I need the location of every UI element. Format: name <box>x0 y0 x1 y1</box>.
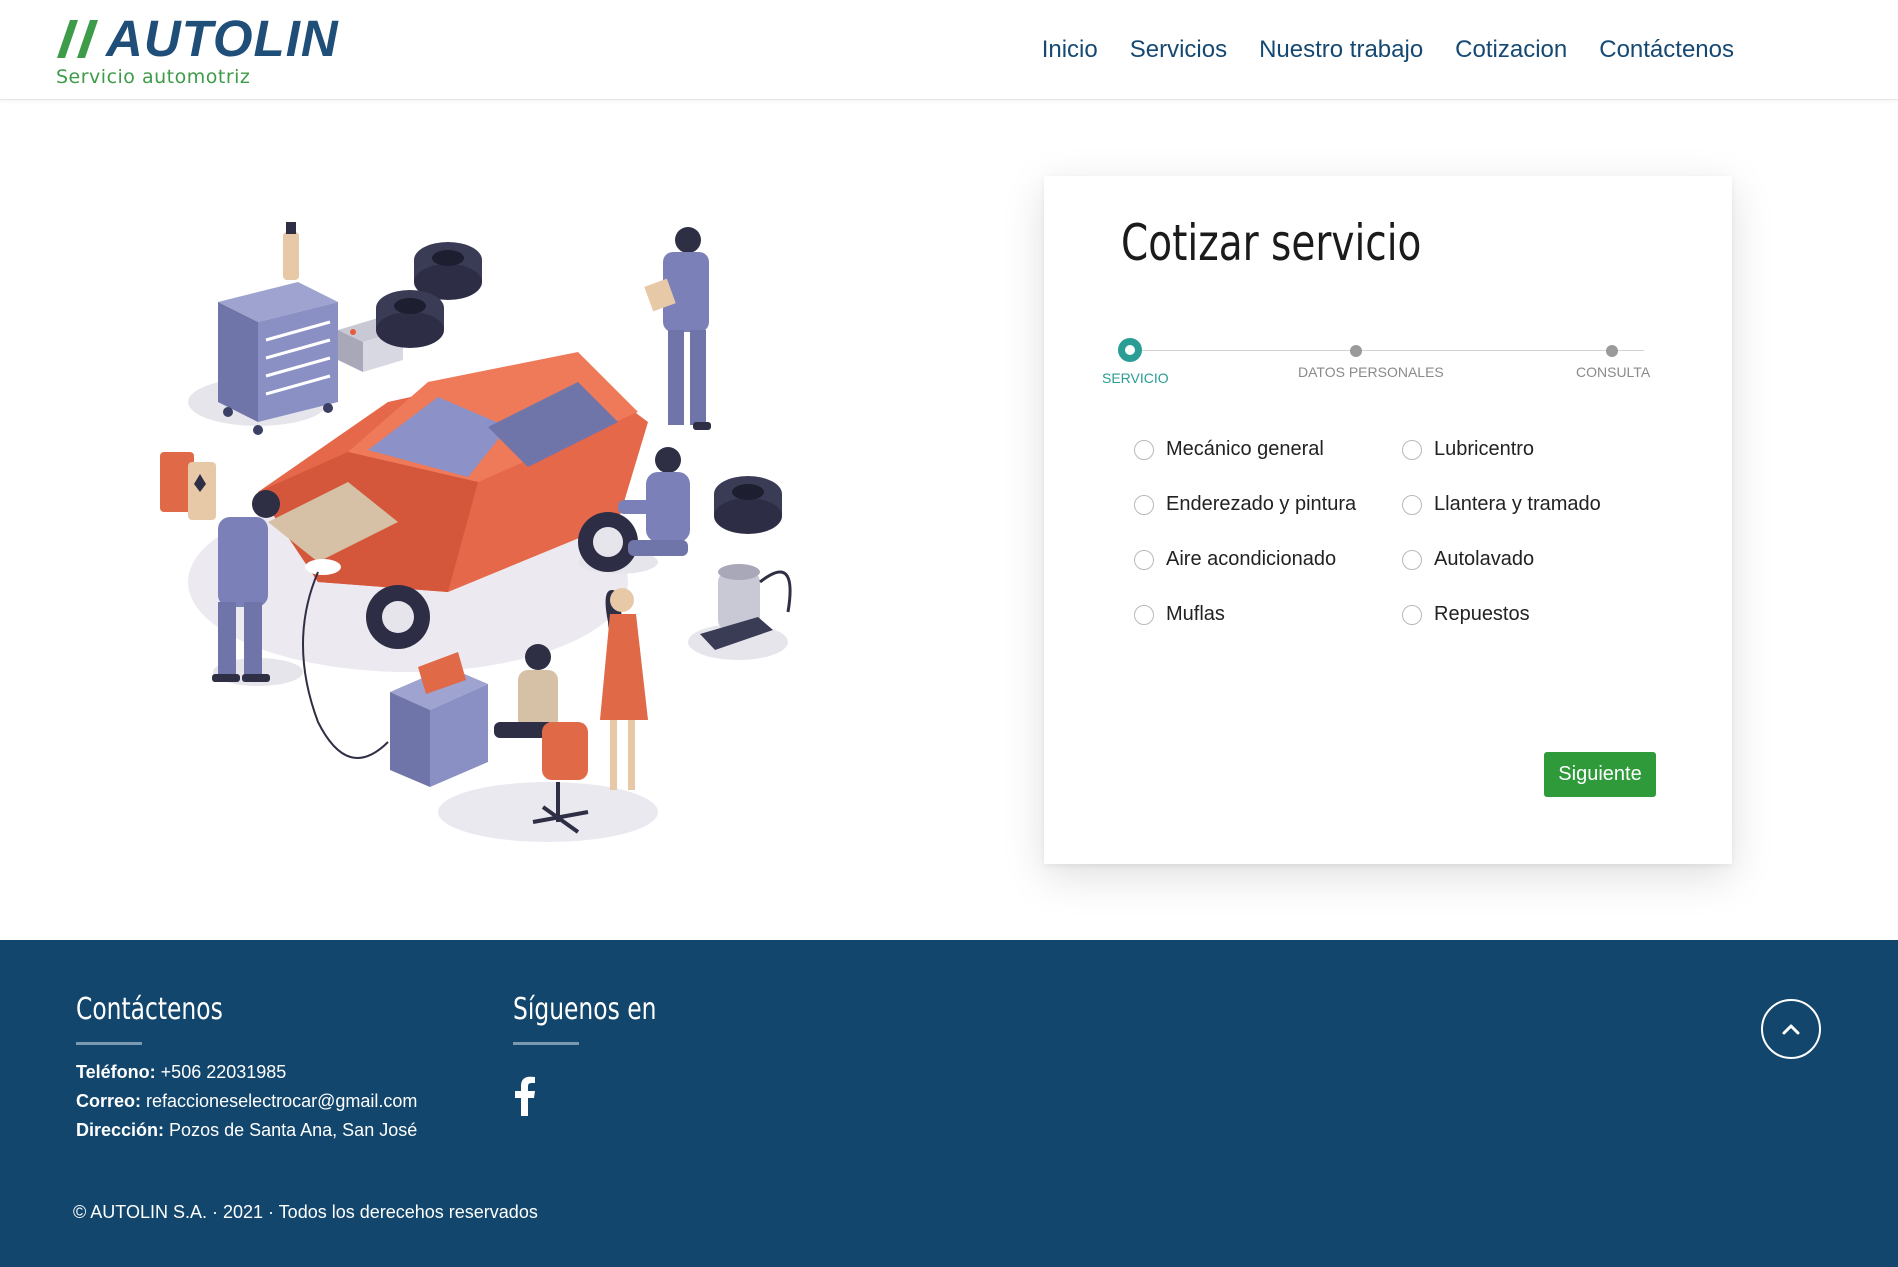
option-lubricentro[interactable]: Lubricentro <box>1402 438 1534 461</box>
radio-button[interactable] <box>1134 604 1154 625</box>
nav-inicio[interactable]: Inicio <box>1042 36 1098 64</box>
footer-address-row: Dirección: Pozos de Santa Ana, San José <box>76 1116 417 1145</box>
phone-value: +506 22031985 <box>160 1062 287 1082</box>
quote-stepper: SERVICIO DATOS PERSONALES CONSULTA <box>1102 336 1676 396</box>
radio-button[interactable] <box>1402 604 1422 625</box>
footer-contact-info: Teléfono: +506 22031985 Correo: refaccio… <box>76 1058 417 1145</box>
step-datos-personales-label: DATOS PERSONALES <box>1298 364 1444 380</box>
main-nav: Inicio Servicios Nuestro trabajo Cotizac… <box>1010 36 1734 64</box>
option-mecanico-general[interactable]: Mecánico general <box>1134 438 1324 461</box>
nav-contactenos[interactable]: Contáctenos <box>1599 36 1734 64</box>
step-servicio-indicator <box>1118 338 1142 362</box>
option-label: Llantera y tramado <box>1434 493 1601 515</box>
step-consulta-indicator <box>1606 345 1618 357</box>
site-footer: Contáctenos Síguenos en Teléfono: +506 2… <box>0 940 1898 1267</box>
option-label: Enderezado y pintura <box>1166 493 1357 515</box>
facebook-icon[interactable] <box>514 1076 536 1116</box>
step-consulta-label: CONSULTA <box>1576 364 1651 380</box>
footer-email-row: Correo: refaccioneselectrocar@gmail.com <box>76 1087 417 1116</box>
car-workshop-illustration <box>160 222 792 842</box>
brand-tagline: Servicio automotriz <box>56 66 251 88</box>
brand-name: AUTOLIN <box>106 10 339 67</box>
footer-social-heading: Síguenos en <box>513 992 657 1027</box>
address-value: Pozos de Santa Ana, San José <box>169 1120 418 1140</box>
tire-icon <box>714 476 782 534</box>
option-autolavado[interactable]: Autolavado <box>1402 548 1534 571</box>
tool-cabinet-icon <box>218 222 338 435</box>
footer-contact-underline <box>76 1042 142 1045</box>
brand-logo[interactable]: AUTOLIN Servicio automotriz <box>56 10 339 88</box>
phone-label: Teléfono: <box>76 1062 156 1082</box>
option-muflas[interactable]: Muflas <box>1134 603 1225 626</box>
next-button[interactable]: Siguiente <box>1544 752 1656 797</box>
option-label: Mecánico general <box>1166 438 1324 460</box>
logo-slashes-icon <box>57 20 98 58</box>
option-aire-acondicionado[interactable]: Aire acondicionado <box>1134 548 1336 571</box>
quote-title: Cotizar servicio <box>1121 214 1422 272</box>
site-header: AUTOLIN Servicio automotriz Inicio Servi… <box>0 0 1898 100</box>
radio-button[interactable] <box>1134 439 1154 460</box>
nav-servicios[interactable]: Servicios <box>1130 36 1227 64</box>
nav-cotizacion[interactable]: Cotizacion <box>1455 36 1567 64</box>
option-label: Repuestos <box>1434 603 1530 625</box>
nav-nuestro-trabajo[interactable]: Nuestro trabajo <box>1259 36 1423 64</box>
oil-can-icon <box>160 452 216 520</box>
step-servicio-label: SERVICIO <box>1102 370 1169 386</box>
option-enderezado-pintura[interactable]: Enderezado y pintura <box>1134 493 1356 516</box>
stepper-line <box>1132 350 1644 351</box>
footer-social-underline <box>513 1042 579 1045</box>
radio-button[interactable] <box>1402 494 1422 515</box>
step-datos-personales-indicator <box>1350 345 1362 357</box>
option-repuestos[interactable]: Repuestos <box>1402 603 1530 626</box>
tire-stack-icon <box>376 242 482 348</box>
email-label: Correo: <box>76 1091 142 1111</box>
copyright-text: © AUTOLIN S.A. · 2021 · Todos los derece… <box>73 1202 538 1222</box>
radio-button[interactable] <box>1134 549 1154 570</box>
option-label: Autolavado <box>1434 548 1535 570</box>
footer-phone-row: Teléfono: +506 22031985 <box>76 1058 417 1087</box>
address-label: Dirección: <box>76 1120 165 1140</box>
option-llantera-tramado[interactable]: Llantera y tramado <box>1402 493 1601 516</box>
chevron-up-icon <box>1782 1024 1800 1035</box>
option-label: Muflas <box>1166 603 1225 625</box>
option-label: Lubricentro <box>1434 438 1535 460</box>
supervisor-figure-icon <box>644 227 711 430</box>
option-label: Aire acondicionado <box>1166 548 1337 570</box>
radio-button[interactable] <box>1134 494 1154 515</box>
quote-card: Cotizar servicio SERVICIO DATOS PERSONAL… <box>1044 176 1732 864</box>
email-value[interactable]: refaccioneselectrocar@gmail.com <box>146 1091 417 1111</box>
footer-contact-heading: Contáctenos <box>76 992 223 1027</box>
radio-button[interactable] <box>1402 549 1422 570</box>
scroll-to-top-button[interactable] <box>1761 999 1821 1059</box>
radio-button[interactable] <box>1402 439 1422 460</box>
